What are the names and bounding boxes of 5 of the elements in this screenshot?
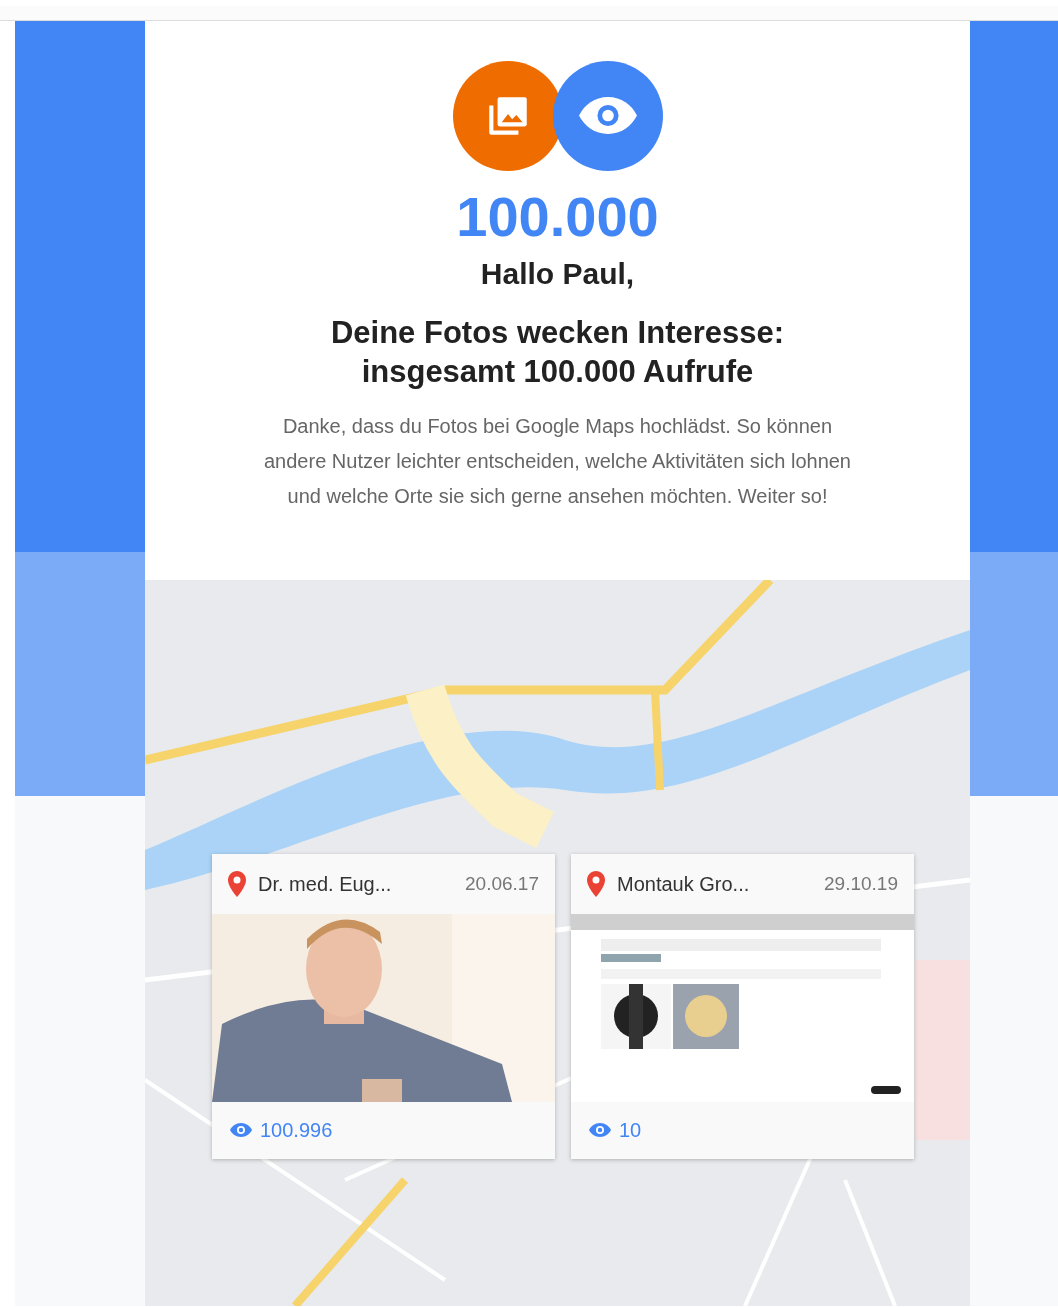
eye-icon bbox=[578, 97, 637, 135]
headline: Deine Fotos wecken Interesse: insgesamt 100.000 Aufrufe bbox=[329, 314, 786, 391]
view-count: 100.000 bbox=[456, 185, 659, 249]
greeting: Hallo Paul, bbox=[480, 257, 635, 291]
body-text: Danke, dass du Fotos bei Google Maps hochlädst. So können andere Nutzer leichter entscheiden, welche Aktivitäten sich lohnen und welche Orte sie sich gerne ansehen möchten. Weiter so! bbox=[263, 414, 852, 509]
